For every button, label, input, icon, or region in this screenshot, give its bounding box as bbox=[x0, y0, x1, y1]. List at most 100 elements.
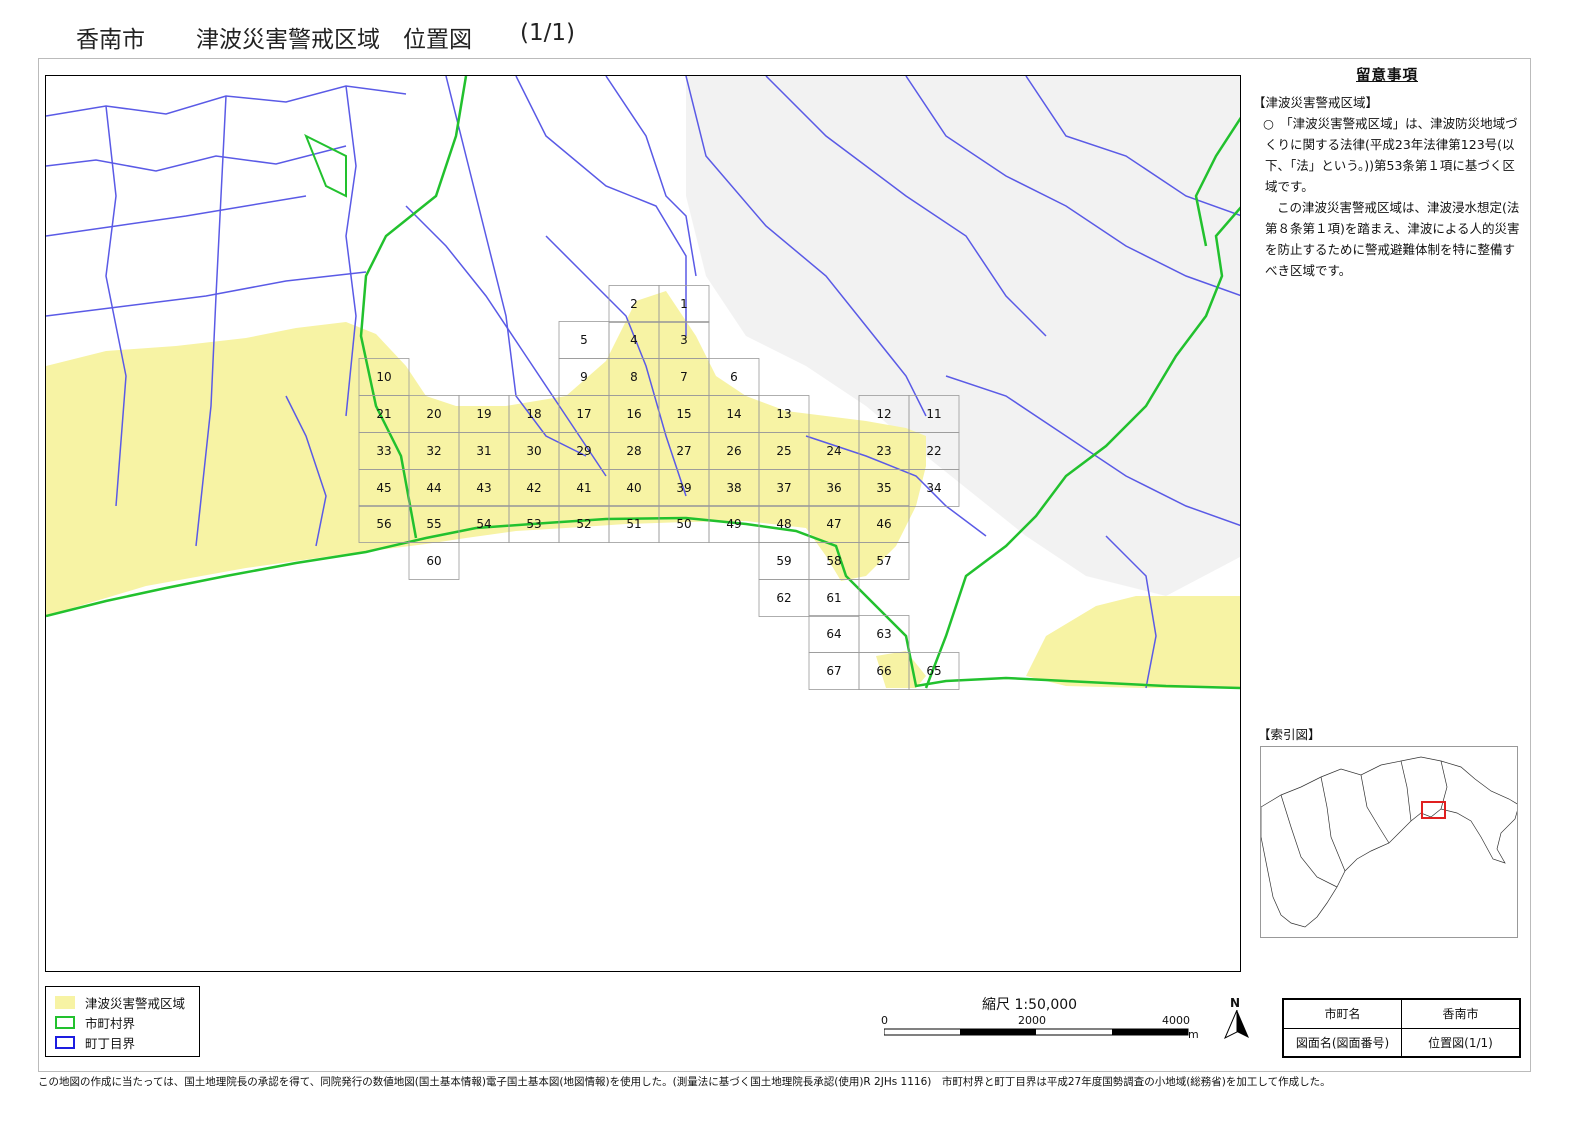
grid-number-12[interactable]: 12 bbox=[876, 407, 891, 421]
index-map-label: 【索引図】 bbox=[1258, 727, 1321, 742]
map-canvas: 1234567891011121314151617181920212223242… bbox=[46, 76, 1240, 690]
main-map[interactable]: 1 2 3 4 5 6 7 8 9 10 11 12 13 14 15 16 17 18 19 20 21 22 23 24 2… bbox=[45, 75, 1241, 972]
grid-number-61[interactable]: 61 bbox=[826, 591, 841, 605]
legend-warning-zone: 津波災害警戒区域 bbox=[55, 994, 186, 1011]
grid-number-42[interactable]: 42 bbox=[526, 481, 541, 495]
legend-swatch-green bbox=[55, 1015, 75, 1029]
info-label-city: 市町名 bbox=[1283, 999, 1402, 1029]
grid-number-30[interactable]: 30 bbox=[526, 444, 541, 458]
notes-paragraph-2: この津波災害警戒区域は、津波浸水想定(法第８条第１項)を踏まえ、津波による人的災… bbox=[1265, 200, 1520, 278]
grid-number-40[interactable]: 40 bbox=[626, 481, 641, 495]
scale-bar: 縮尺 1:50,000 0 2000 4000 m bbox=[878, 994, 1199, 1044]
grid-number-28[interactable]: 28 bbox=[626, 444, 641, 458]
prefecture-outline bbox=[1261, 756, 1517, 928]
grid-number-23[interactable]: 23 bbox=[876, 444, 891, 458]
grid-number-9[interactable]: 9 bbox=[580, 370, 588, 384]
grid-number-24[interactable]: 24 bbox=[826, 444, 841, 458]
grid-number-2[interactable]: 2 bbox=[630, 297, 638, 311]
legend-municipal-boundary: 市町村界 bbox=[55, 1014, 135, 1031]
grid-number-49[interactable]: 49 bbox=[726, 517, 741, 531]
legend-label: 津波災害警戒区域 bbox=[85, 995, 186, 1011]
table-row: 市町名 香南市 bbox=[1283, 999, 1520, 1029]
grid-number-35[interactable]: 35 bbox=[876, 481, 891, 495]
grid-number-58[interactable]: 58 bbox=[826, 554, 841, 568]
grid-number-41[interactable]: 41 bbox=[576, 481, 591, 495]
north-arrow-icon bbox=[1224, 1010, 1249, 1040]
grid-number-48[interactable]: 48 bbox=[776, 517, 791, 531]
grid-number-1[interactable]: 1 bbox=[680, 297, 688, 311]
table-row: 図面名(図面番号) 位置図(1/1) bbox=[1283, 1027, 1520, 1057]
legend-label: 町丁目界 bbox=[85, 1035, 136, 1051]
grid-number-50[interactable]: 50 bbox=[676, 517, 691, 531]
grid-number-31[interactable]: 31 bbox=[476, 444, 491, 458]
grid-number-62[interactable]: 62 bbox=[776, 591, 791, 605]
grid-number-27[interactable]: 27 bbox=[676, 444, 691, 458]
grid-number-7[interactable]: 7 bbox=[680, 370, 688, 384]
grid-number-43[interactable]: 43 bbox=[476, 481, 491, 495]
grid-number-34[interactable]: 34 bbox=[926, 481, 941, 495]
grid-number-44[interactable]: 44 bbox=[426, 481, 441, 495]
scale-tick-0: 0 bbox=[881, 1014, 888, 1027]
grid-number-67[interactable]: 67 bbox=[826, 664, 841, 678]
scale-bar-graphic bbox=[884, 1028, 1189, 1036]
grid-number-47[interactable]: 47 bbox=[826, 517, 841, 531]
grid-number-17[interactable]: 17 bbox=[576, 407, 591, 421]
grid-number-29[interactable]: 29 bbox=[576, 444, 591, 458]
grid-number-20[interactable]: 20 bbox=[426, 407, 441, 421]
grid-number-16[interactable]: 16 bbox=[626, 407, 641, 421]
grid-number-22[interactable]: 22 bbox=[926, 444, 941, 458]
grid-number-14[interactable]: 14 bbox=[726, 407, 741, 421]
grid-number-57[interactable]: 57 bbox=[876, 554, 891, 568]
grid-number-10[interactable]: 10 bbox=[376, 370, 391, 384]
grid-number-25[interactable]: 25 bbox=[776, 444, 791, 458]
footer-credit: この地図の作成に当たっては、国土地理院長の承認を得て、同院発行の数値地図(国土基… bbox=[38, 1076, 1331, 1088]
grid-number-60[interactable]: 60 bbox=[426, 554, 441, 568]
grid-number-18[interactable]: 18 bbox=[526, 407, 541, 421]
grid-number-19[interactable]: 19 bbox=[476, 407, 491, 421]
north-label: N bbox=[1230, 996, 1241, 1010]
grid-number-45[interactable]: 45 bbox=[376, 481, 391, 495]
grid-number-38[interactable]: 38 bbox=[726, 481, 741, 495]
grid-number-56[interactable]: 56 bbox=[376, 517, 391, 531]
notes-section-title: 【津波災害警戒区域】 bbox=[1253, 95, 1379, 110]
page-number: (1/1) bbox=[520, 20, 575, 46]
grid-number-55[interactable]: 55 bbox=[426, 517, 441, 531]
scale-tick-4000: 4000 bbox=[1162, 1014, 1190, 1027]
info-value-drawing: 位置図(1/1) bbox=[1401, 1027, 1520, 1057]
grid-number-51[interactable]: 51 bbox=[626, 517, 641, 531]
grid-number-21[interactable]: 21 bbox=[376, 407, 391, 421]
grid-number-39[interactable]: 39 bbox=[676, 481, 691, 495]
info-value-city: 香南市 bbox=[1401, 999, 1520, 1029]
index-highlight-box bbox=[1421, 801, 1446, 819]
grid-number-63[interactable]: 63 bbox=[876, 627, 891, 641]
scale-caption: 縮尺 1:50,000 bbox=[982, 997, 1078, 1013]
grid-number-64[interactable]: 64 bbox=[826, 627, 841, 641]
grid-number-6[interactable]: 6 bbox=[730, 370, 738, 384]
page-title: 津波災害警戒区域 位置図 bbox=[196, 27, 472, 53]
grid-number-3[interactable]: 3 bbox=[680, 333, 688, 347]
grid-number-65[interactable]: 65 bbox=[926, 664, 941, 678]
index-map bbox=[1260, 746, 1518, 938]
notes-heading: 留意事項 bbox=[1356, 68, 1418, 84]
grid-number-59[interactable]: 59 bbox=[776, 554, 791, 568]
grid-number-54[interactable]: 54 bbox=[476, 517, 491, 531]
north-arrow: N bbox=[1219, 996, 1255, 1042]
grid-number-52[interactable]: 52 bbox=[576, 517, 591, 531]
grid-number-8[interactable]: 8 bbox=[630, 370, 638, 384]
grid-number-11[interactable]: 11 bbox=[926, 407, 941, 421]
grid-number-36[interactable]: 36 bbox=[826, 481, 841, 495]
grid-number-46[interactable]: 46 bbox=[876, 517, 891, 531]
grid-number-13[interactable]: 13 bbox=[776, 407, 791, 421]
grid-number-37[interactable]: 37 bbox=[776, 481, 791, 495]
notes-paragraph-1: ○ 「津波災害警戒区域」は、津波防災地域づくりに関する法律(平成23年法律第12… bbox=[1263, 116, 1518, 194]
title-city: 香南市 bbox=[76, 27, 145, 53]
grid-number-5[interactable]: 5 bbox=[580, 333, 588, 347]
grid-number-4[interactable]: 4 bbox=[630, 333, 638, 347]
grid-number-33[interactable]: 33 bbox=[376, 444, 391, 458]
grid-number-66[interactable]: 66 bbox=[876, 664, 891, 678]
grid-number-15[interactable]: 15 bbox=[676, 407, 691, 421]
grid-number-26[interactable]: 26 bbox=[726, 444, 741, 458]
grid-number-32[interactable]: 32 bbox=[426, 444, 441, 458]
grid-number-53[interactable]: 53 bbox=[526, 517, 541, 531]
legend: 津波災害警戒区域 市町村界 町丁目界 bbox=[45, 986, 200, 1057]
